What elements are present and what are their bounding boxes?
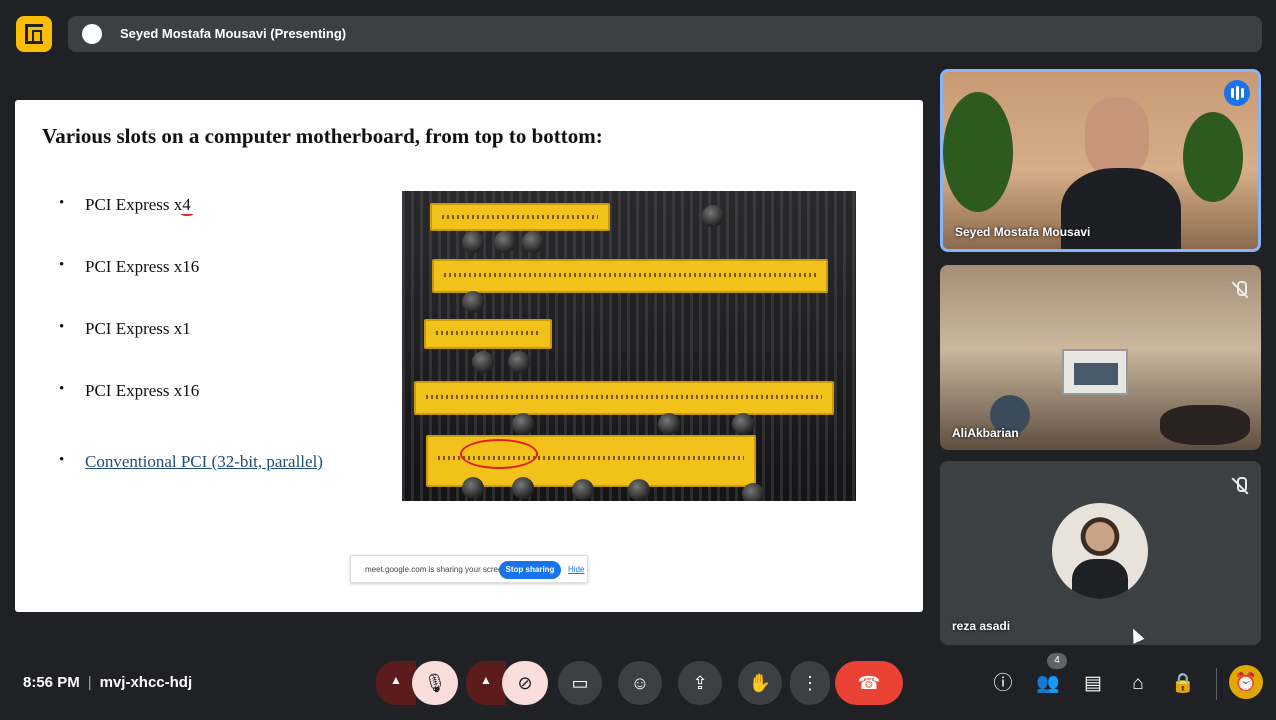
- plant: [943, 92, 1013, 212]
- slide-bullet: PCI Express x1: [59, 319, 191, 339]
- present-button[interactable]: ⇪: [678, 661, 722, 705]
- meeting-code: mvj-xhcc-hdj: [99, 674, 193, 691]
- participant-tile[interactable]: AliAkbarian: [940, 265, 1261, 450]
- annotation-circle: [460, 439, 538, 469]
- presenter-avatar: [82, 24, 102, 44]
- hide-notice-link[interactable]: Hide: [568, 565, 584, 574]
- participant-video: [1061, 168, 1181, 249]
- people-count-badge: 4: [1047, 653, 1067, 669]
- more-vert-icon: ⋮: [801, 673, 819, 693]
- mic-off-icon: 🎙: [423, 673, 447, 693]
- motherboard-photo: [402, 191, 856, 501]
- slide-bullet-link: Conventional PCI (32-bit, parallel): [59, 452, 323, 472]
- camera-off-icon: ⊘: [517, 673, 533, 693]
- speaking-indicator-icon: [1224, 80, 1250, 106]
- participant-tile[interactable]: reza asadi: [940, 461, 1261, 645]
- leave-call-button[interactable]: ☎: [835, 661, 903, 705]
- clock: 8:56 PM: [23, 674, 80, 691]
- host-controls-button[interactable]: 🔒: [1170, 671, 1196, 697]
- plant: [1183, 112, 1243, 202]
- captions-button[interactable]: ▭: [558, 661, 602, 705]
- participant-name: reza asadi: [952, 619, 1011, 633]
- screen-share-notice: meet.google.com is sharing your screen. …: [350, 555, 588, 583]
- meeting-info-button[interactable]: ⓘ: [990, 671, 1016, 697]
- chat-button[interactable]: ▤: [1080, 671, 1106, 697]
- audio-options-button[interactable]: ▲: [376, 661, 416, 705]
- end-call-icon: ☎: [857, 673, 881, 693]
- slide-title: Various slots on a computer motherboard,…: [42, 124, 603, 148]
- share-notice-text: meet.google.com is sharing your screen.: [365, 565, 510, 574]
- participant-name: Seyed Mostafa Mousavi: [955, 225, 1091, 239]
- info-icon: ⓘ: [993, 673, 1013, 694]
- people-button[interactable]: 👥: [1035, 671, 1061, 697]
- participant-tile[interactable]: Seyed Mostafa Mousavi: [940, 69, 1261, 252]
- mic-off-icon: [1233, 281, 1247, 299]
- mic-toggle-button[interactable]: 🎙: [412, 661, 458, 705]
- divider: [1216, 668, 1217, 700]
- captions-icon: ▭: [571, 673, 589, 693]
- meet-logo-icon: [16, 16, 52, 52]
- annotation-underline: [181, 212, 193, 216]
- camera-toggle-button[interactable]: ⊘: [502, 661, 548, 705]
- reactions-button[interactable]: ☺: [618, 661, 662, 705]
- activities-button[interactable]: ⌂: [1125, 671, 1151, 697]
- slide-bullet: PCI Express x4: [59, 195, 191, 215]
- presenter-label: Seyed Mostafa Mousavi (Presenting): [120, 26, 347, 41]
- avatar: [1052, 503, 1148, 599]
- emoji-icon: ☺: [630, 673, 650, 693]
- timer-button[interactable]: ⏰: [1229, 665, 1263, 699]
- participant-video: [1160, 405, 1250, 445]
- raise-hand-button[interactable]: ✋: [738, 661, 782, 705]
- chevron-up-icon: ▲: [390, 673, 402, 687]
- slide-bullet: PCI Express x16: [59, 381, 199, 401]
- meeting-details: 8:56 PM | mvj-xhcc-hdj: [23, 674, 193, 691]
- lock-person-icon: 🔒: [1171, 673, 1195, 694]
- participant-name: AliAkbarian: [952, 426, 1019, 440]
- video-options-button[interactable]: ▲: [466, 661, 506, 705]
- slide-bullet: PCI Express x16: [59, 257, 199, 277]
- chat-icon: ▤: [1084, 673, 1102, 694]
- presenter-bar: Seyed Mostafa Mousavi (Presenting): [68, 16, 1262, 52]
- present-screen-icon: ⇪: [692, 673, 708, 693]
- people-icon: 👥: [1036, 673, 1060, 694]
- projector-screen: [1062, 349, 1128, 395]
- mic-off-icon: [1233, 477, 1247, 495]
- stop-sharing-button[interactable]: Stop sharing: [499, 561, 561, 579]
- hand-icon: ✋: [748, 673, 772, 693]
- participant-video: [1085, 98, 1149, 176]
- chevron-up-icon: ▲: [480, 673, 492, 687]
- shapes-icon: ⌂: [1132, 673, 1144, 694]
- shared-screen: Various slots on a computer motherboard,…: [15, 100, 923, 612]
- alarm-icon: ⏰: [1234, 672, 1258, 692]
- more-options-button[interactable]: ⋮: [790, 661, 830, 705]
